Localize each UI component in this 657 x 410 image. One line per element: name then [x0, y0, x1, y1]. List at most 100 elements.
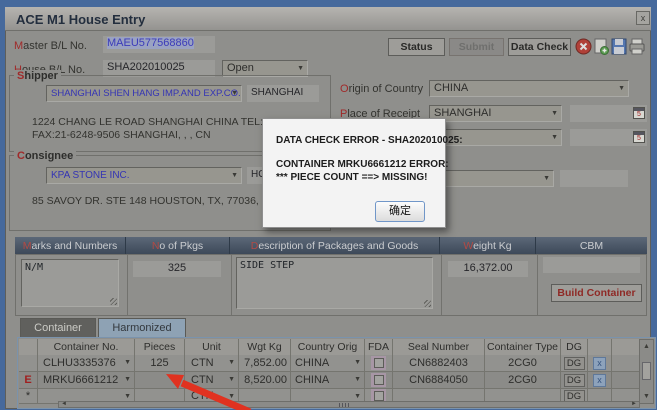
cell-wgt-kg[interactable]: 8,520.00: [239, 372, 291, 389]
scroll-right-icon[interactable]: ►: [631, 401, 637, 407]
submit-button[interactable]: Submit: [449, 38, 504, 56]
status-button[interactable]: Status: [388, 38, 445, 56]
place-of-receipt-select[interactable]: SHANGHAI ▼: [429, 105, 562, 122]
chevron-down-icon: ▼: [228, 359, 235, 366]
chevron-down-icon: ▼: [543, 175, 550, 182]
cargo-header-weight: Weight Kg: [440, 237, 536, 254]
weight-input[interactable]: 16,372.00: [448, 261, 528, 277]
origin-country-label: Origin of Country: [340, 83, 424, 95]
cargo-header-description: Description of Packages and Goods: [230, 237, 440, 254]
cell-unit[interactable]: CTN ▼: [185, 372, 239, 389]
shipper-name-select[interactable]: SHANGHAI SHEN HANG IMP.AND EXP.CO.,LTD ▼: [46, 85, 242, 102]
shipper-legend: Shipper: [14, 70, 61, 82]
cargo-header-marks: Marks and Numbers: [15, 237, 126, 254]
tab-container[interactable]: Container: [20, 318, 96, 338]
save-icon[interactable]: [611, 38, 627, 55]
chevron-down-icon: ▼: [228, 376, 235, 383]
cell-pieces[interactable]: 125: [135, 355, 185, 372]
horizontal-scrollbar[interactable]: ◄ ►: [58, 401, 640, 408]
app-window: ACE M1 House Entry x Master B/L No. MAEU…: [0, 0, 657, 410]
table-row[interactable]: CLHU3335376 ▼ 125 CTN ▼ 7,852.00 CHINA ▼ CN…: [19, 355, 640, 372]
resize-grip-icon[interactable]: [110, 298, 117, 305]
cargo-header-row: Marks and Numbers No of Pkgs Description…: [15, 237, 647, 254]
table-row[interactable]: E MRKU6661212 ▼ CTN ▼ 8,520.00 CHINA ▼ CN68…: [19, 372, 640, 389]
fda-checkbox[interactable]: [373, 358, 384, 368]
consignee-name-select[interactable]: KPA STONE INC. ▼: [46, 167, 242, 184]
cell-unit[interactable]: CTN ▼: [185, 355, 239, 372]
master-bl-label: Master B/L No.: [14, 40, 87, 52]
dialog-error-line1: CONTAINER MRKU6661212 ERROR:: [276, 159, 449, 170]
master-bl-input[interactable]: MAEU577568860: [103, 36, 215, 53]
dg-button[interactable]: DG: [563, 373, 585, 387]
marks-textarea[interactable]: N/M: [21, 259, 119, 307]
delete-row-icon[interactable]: x: [593, 356, 606, 370]
receipt-date-input[interactable]: 5: [570, 105, 647, 122]
delete-row-icon[interactable]: x: [593, 373, 606, 387]
cancel-icon[interactable]: [575, 38, 592, 55]
chevron-down-icon: ▼: [124, 376, 131, 383]
col-seal-number: Seal Number: [393, 339, 485, 356]
scroll-up-icon[interactable]: ▲: [640, 342, 653, 351]
chevron-down-icon: ▼: [228, 393, 235, 400]
cell-fda: [365, 355, 393, 372]
secondary-date-input[interactable]: 5: [570, 129, 647, 146]
cell-seal[interactable]: CN6882403: [393, 355, 485, 372]
shipper-city-input[interactable]: SHANGHAI: [247, 85, 319, 102]
chevron-down-icon: ▼: [231, 90, 238, 97]
resize-grip-icon[interactable]: [424, 300, 431, 307]
scroll-down-icon[interactable]: ▼: [640, 392, 653, 401]
col-fda: FDA: [365, 339, 393, 356]
scrollbar-thumb[interactable]: [642, 362, 651, 380]
tab-harmonized[interactable]: Harmonized: [98, 318, 186, 338]
consignee-right-input[interactable]: [560, 170, 628, 187]
scrollbar-grip[interactable]: [339, 403, 351, 407]
close-icon[interactable]: x: [636, 11, 650, 25]
col-flag: [19, 339, 38, 356]
container-table: Container No. Pieces Unit Wgt Kg Country…: [17, 337, 656, 409]
chevron-down-icon: ▼: [354, 376, 361, 383]
chevron-down-icon: ▼: [297, 65, 304, 72]
description-textarea[interactable]: SIDE STEP: [236, 257, 433, 309]
col-container-type: Container Type: [485, 339, 561, 356]
data-check-error-dialog: DATA CHECK ERROR - SHA202010025: CONTAIN…: [262, 118, 463, 228]
calendar-icon[interactable]: 5: [633, 107, 645, 119]
build-container-button[interactable]: Build Container: [551, 284, 642, 302]
pkgs-input[interactable]: 325: [133, 261, 221, 277]
cell-seal[interactable]: CN6884050: [393, 372, 485, 389]
print-icon[interactable]: [629, 38, 645, 55]
dg-button[interactable]: DG: [563, 356, 585, 370]
chevron-down-icon: ▼: [124, 393, 131, 400]
fda-checkbox[interactable]: [373, 375, 384, 385]
page-title: ACE M1 House Entry: [16, 12, 146, 27]
cell-wgt-kg[interactable]: 7,852.00: [239, 355, 291, 372]
cell-type[interactable]: 2CG0: [485, 372, 561, 389]
vertical-scrollbar[interactable]: ▲ ▼: [639, 339, 654, 404]
col-pieces: Pieces: [135, 339, 185, 356]
chevron-down-icon: ▼: [551, 110, 558, 117]
col-container-no: Container No.: [38, 339, 135, 356]
fda-checkbox[interactable]: [373, 391, 384, 401]
cell-pieces-missing[interactable]: [135, 372, 185, 389]
consignee-legend: Consignee: [14, 150, 77, 162]
consignee-right-select[interactable]: ▼: [440, 170, 554, 187]
new-document-icon[interactable]: [594, 38, 609, 55]
cell-country[interactable]: CHINA ▼: [291, 372, 365, 389]
chevron-down-icon: ▼: [551, 134, 558, 141]
data-check-button[interactable]: Data Check: [508, 38, 571, 56]
origin-country-select[interactable]: CHINA ▼: [429, 80, 629, 97]
cell-type[interactable]: 2CG0: [485, 355, 561, 372]
cell-container-no[interactable]: CLHU3335376 ▼: [38, 355, 135, 372]
chevron-down-icon: ▼: [124, 359, 131, 366]
dialog-title-line: DATA CHECK ERROR - SHA202010025:: [276, 135, 463, 146]
scroll-left-icon[interactable]: ◄: [61, 401, 67, 407]
chevron-down-icon: ▼: [354, 359, 361, 366]
shipper-address-line1: 1224 CHANG LE ROAD SHANGHAI CHINA TEL:21…: [32, 116, 279, 128]
cell-country[interactable]: CHINA ▼: [291, 355, 365, 372]
cbm-input[interactable]: [543, 257, 640, 273]
cell-container-no[interactable]: MRKU6661212 ▼: [38, 372, 135, 389]
calendar-icon[interactable]: 5: [633, 131, 645, 143]
col-country-orig: Country Orig: [291, 339, 365, 356]
ok-button[interactable]: 确定: [375, 201, 425, 222]
col-wgt-kg: Wgt Kg: [239, 339, 291, 356]
error-flag: E: [19, 372, 38, 389]
